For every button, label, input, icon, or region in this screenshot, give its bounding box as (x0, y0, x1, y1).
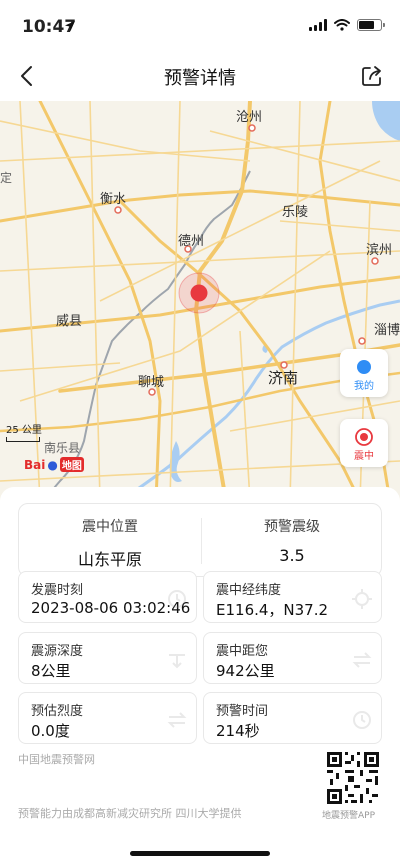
warning-time-value: 214秒 (216, 722, 260, 740)
share-icon[interactable] (358, 62, 386, 90)
intensity-label: 预估烈度 (31, 704, 84, 719)
map-label-nanle: 南乐县 (44, 441, 81, 455)
map-scale-label: 25 公里 (6, 425, 42, 436)
summary-card: 震中位置 山东平原 预警震级 3.5 (18, 503, 382, 577)
qr-code (324, 749, 382, 807)
crosshair-watermark-icon (352, 589, 372, 609)
distance-watermark-icon (352, 652, 372, 668)
depth-value: 8公里 (31, 662, 71, 680)
qr-label: 地震预警APP (322, 811, 376, 821)
wifi-icon (334, 19, 350, 31)
map-scale: 25 公里 (6, 421, 42, 442)
epicenter-label: 震中 (354, 451, 374, 462)
logo-bai: Bai (24, 457, 46, 472)
depth-label: 震源深度 (31, 644, 84, 659)
distance-cell: 震中距您 942公里 (203, 632, 382, 684)
intensity-value: 0.0度 (31, 722, 70, 740)
coord-cell: 震中经纬度 E116.4，N37.2 (203, 571, 382, 623)
credit-text: 预警能力由成都高新减灾研究所 四川大学提供 (18, 807, 242, 820)
warning-time-label: 预警时间 (216, 704, 269, 719)
map-label-edge: 定 (0, 171, 13, 185)
signal-icon (309, 19, 327, 31)
magnitude-label: 预警震级 (264, 519, 320, 535)
battery-icon (357, 19, 385, 31)
epicenter-button[interactable]: 震中 (340, 419, 388, 467)
coord-value: E116.4，N37.2 (216, 601, 329, 619)
location-label: 震中位置 (82, 519, 138, 535)
map-label-liaocheng: 聊城 (138, 375, 165, 390)
paw-icon: ● (47, 457, 58, 472)
warning-time-cell: 预警时间 214秒 (203, 692, 382, 744)
logo-di: 地图 (59, 457, 84, 472)
status-icons (309, 19, 385, 31)
map-label-zibo: 淄博 (374, 323, 400, 338)
intensity-cell: 预估烈度 0.0度 (18, 692, 197, 744)
map-label-cangzhou: 沧州 (236, 110, 263, 125)
baidu-map-logo: Bai ● 地图 (24, 457, 84, 472)
nav-bar: 预警详情 (0, 50, 400, 102)
map-scale-bar (6, 437, 40, 442)
data-source: 中国地震预警网 (18, 753, 95, 766)
status-bar: 10:47 (0, 0, 400, 50)
map-label-weixian: 威县 (56, 314, 83, 329)
magnitude-value: 3.5 (279, 546, 305, 565)
map-label-hengshui: 衡水 (100, 192, 127, 207)
location-block: 震中位置 山东平原 (19, 504, 201, 578)
location-value: 山东平原 (77, 550, 142, 569)
map-label-binzhou: 滨州 (366, 243, 393, 258)
timer-watermark-icon (353, 711, 371, 729)
depth-cell: 震源深度 8公里 (18, 632, 197, 684)
page-title: 预警详情 (164, 68, 236, 89)
time-label: 发震时刻 (31, 583, 84, 598)
map-label-leling: 乐陵 (282, 205, 309, 220)
intensity-watermark-icon (167, 712, 187, 728)
my-location-label: 我的 (354, 381, 374, 392)
location-arrow-icon (65, 21, 75, 31)
home-indicator[interactable] (130, 851, 270, 856)
coord-label: 震中经纬度 (216, 583, 282, 598)
my-location-button[interactable]: 我的 (340, 349, 388, 397)
clock-watermark-icon (168, 590, 186, 608)
magnitude-block: 预警震级 3.5 (201, 504, 383, 578)
distance-label: 震中距您 (216, 644, 269, 659)
time-cell: 发震时刻 2023-08-06 03:02:46 (18, 571, 197, 623)
map-label-jinan: 济南 (268, 369, 299, 387)
distance-value: 942公里 (216, 662, 275, 680)
depth-watermark-icon (169, 654, 185, 669)
info-panel: 震中位置 山东平原 预警震级 3.5 发震时刻 2023-08-06 03:02… (0, 487, 400, 865)
map-label-dezhou: 德州 (178, 234, 205, 249)
map-view[interactable]: 沧州 衡水 乐陵 德州 滨州 威县 淄博 聊城 济南 南乐县 定 25 公里 B… (0, 101, 400, 501)
